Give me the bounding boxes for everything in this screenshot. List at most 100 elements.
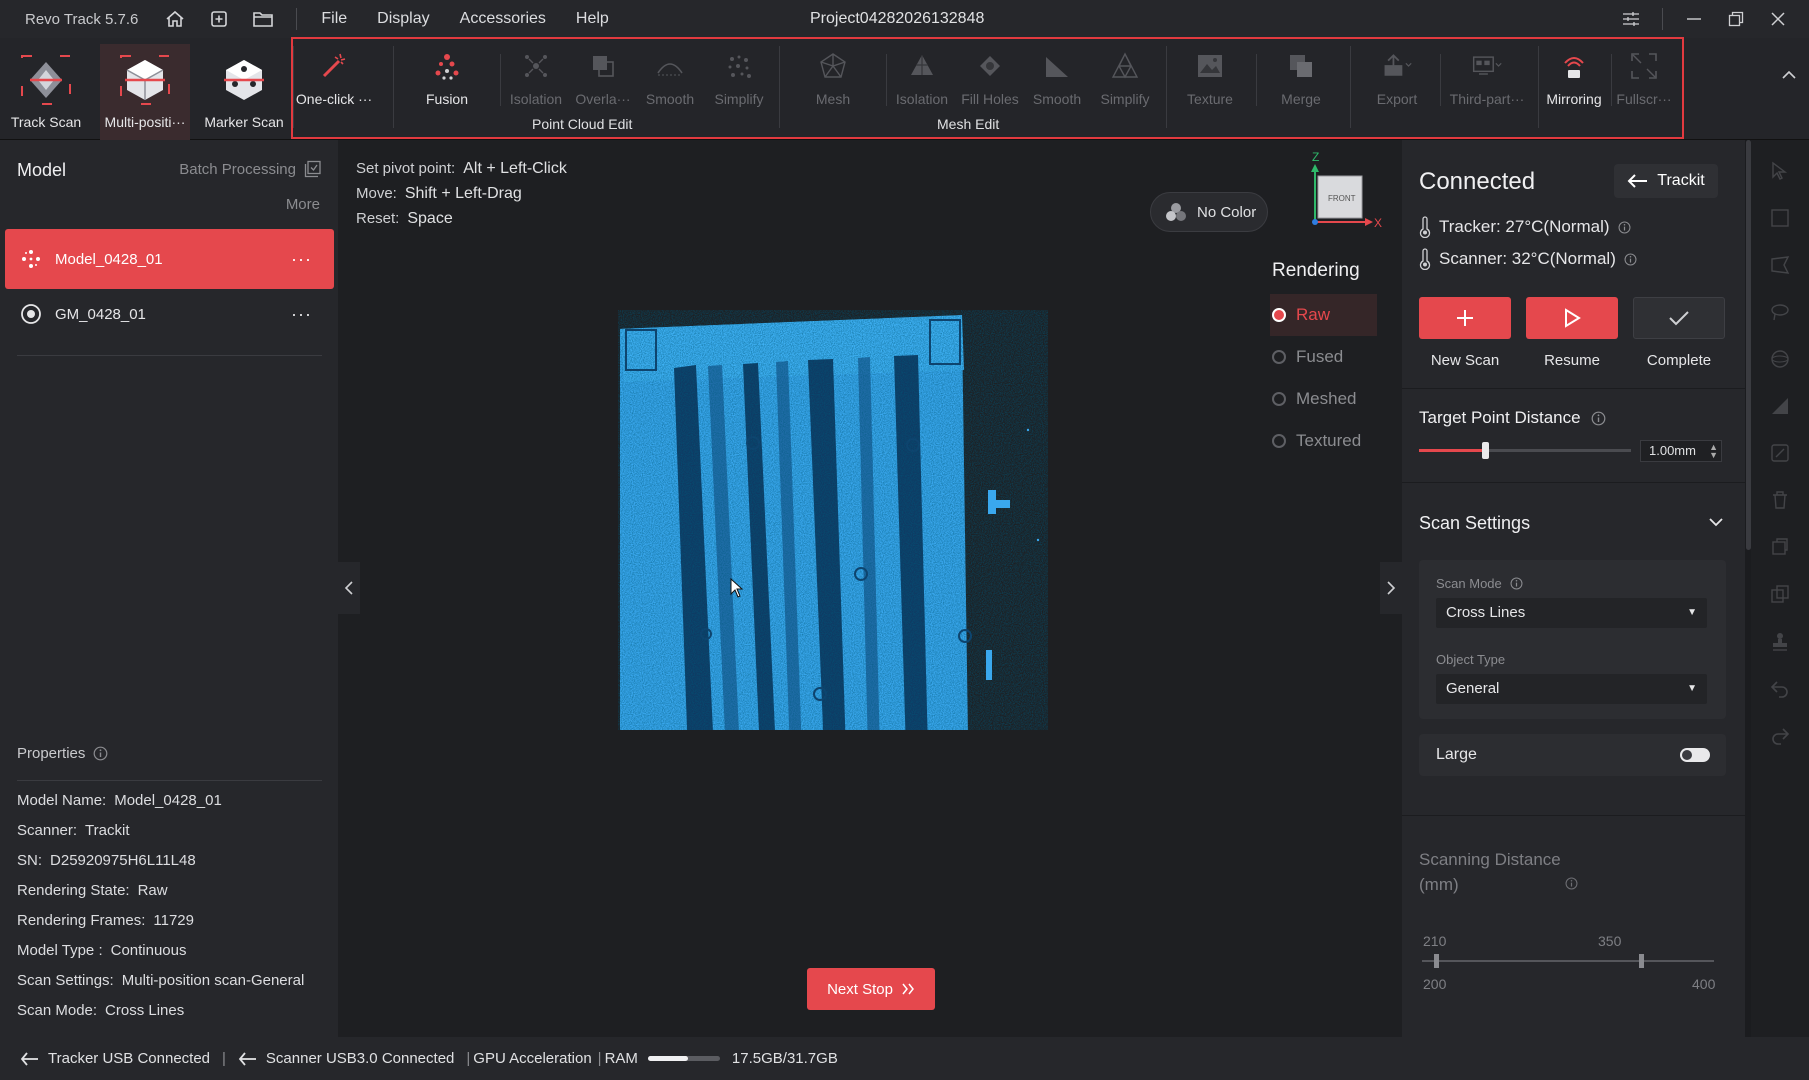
third-party-label: Third-part··· <box>1449 91 1525 107</box>
scanning-distance-slider[interactable] <box>1422 954 1714 968</box>
minimize-icon[interactable] <box>1683 6 1705 32</box>
model-more-icon[interactable]: ··· <box>291 249 312 270</box>
copy-icon[interactable] <box>1769 583 1791 605</box>
mesh-label: Mesh <box>815 91 851 107</box>
rendering-fused-radio[interactable]: Fused <box>1270 336 1377 378</box>
next-stop-button[interactable]: Next Stop <box>807 968 935 1010</box>
model-more-icon[interactable]: ··· <box>291 304 312 325</box>
mode-track-scan[interactable]: Track Scan <box>1 44 91 140</box>
rendering-raw-radio[interactable]: Raw <box>1270 294 1377 336</box>
mirroring-button[interactable]: Mirroring <box>1542 50 1606 107</box>
scan-mode-select[interactable]: Cross Lines ▼ <box>1436 598 1707 628</box>
object-type-select[interactable]: General ▼ <box>1436 674 1707 704</box>
mesh-button[interactable]: Mesh <box>801 50 865 107</box>
rectangle-select-icon[interactable] <box>1769 207 1791 229</box>
mode-multi-position[interactable]: Multi-positi··· <box>100 44 190 140</box>
menu-accessories[interactable]: Accessories <box>460 10 546 28</box>
rendering-textured-radio[interactable]: Textured <box>1270 420 1377 462</box>
collapse-right-panel-button[interactable] <box>1380 562 1402 614</box>
plus-icon <box>1457 310 1473 326</box>
undo-icon[interactable] <box>1769 677 1791 699</box>
new-project-icon[interactable] <box>208 8 230 30</box>
select-pointer-icon[interactable] <box>1769 160 1791 182</box>
fullscreen-button[interactable]: Fullscr··· <box>1612 50 1676 107</box>
title-bar: Revo Track 5.7.6 File Display Accessorie… <box>0 0 1809 38</box>
ribbon-divider <box>500 54 501 106</box>
collapse-left-panel-button[interactable] <box>338 562 360 614</box>
scanned-point-cloud[interactable] <box>618 310 1048 730</box>
export-button[interactable]: Export <box>1365 50 1429 107</box>
sphere-select-icon[interactable] <box>1769 348 1791 370</box>
gizmo-face-label: FRONT <box>1328 194 1356 203</box>
overlap-button[interactable]: Overla··· <box>571 50 635 107</box>
crop-icon[interactable] <box>1769 536 1791 558</box>
complete-button[interactable] <box>1633 297 1725 339</box>
delete-icon[interactable] <box>1769 489 1791 511</box>
properties-title: Properties <box>17 745 86 762</box>
mode-marker-scan[interactable]: Marker Scan <box>199 44 289 140</box>
pc-isolation-button[interactable]: Isolation <box>504 50 568 107</box>
fill-holes-button[interactable]: Fill Holes <box>958 50 1022 107</box>
mesh-isolation-button[interactable]: Isolation <box>890 50 954 107</box>
one-click-button[interactable]: One-click ··· <box>296 50 372 107</box>
restore-icon[interactable] <box>1725 6 1747 32</box>
mesh-icon <box>817 50 849 82</box>
texture-button[interactable]: Texture <box>1178 50 1242 107</box>
large-toggle[interactable] <box>1680 748 1710 762</box>
third-party-button[interactable]: Third-part··· <box>1450 50 1524 107</box>
batch-processing-button[interactable]: Batch Processing <box>179 160 322 178</box>
color-mode-button[interactable]: No Color <box>1150 192 1268 232</box>
sd-max-value: 400 <box>1692 976 1716 992</box>
resume-button[interactable] <box>1526 297 1618 339</box>
target-point-distance-input[interactable]: 1.00mm ▲ ▼ <box>1640 440 1722 462</box>
pc-simplify-button[interactable]: Simplify <box>707 50 771 107</box>
rendering-meshed-radio[interactable]: Meshed <box>1270 378 1377 420</box>
menu-help[interactable]: Help <box>576 10 609 28</box>
open-folder-icon[interactable] <box>252 8 274 30</box>
orientation-gizmo[interactable]: FRONT Z X <box>1303 152 1383 238</box>
fusion-button[interactable]: Fusion <box>415 50 479 107</box>
dropdown-caret-icon: ▼ <box>1687 683 1697 694</box>
info-icon[interactable] <box>1510 577 1523 590</box>
scan-settings-heading[interactable]: Scan Settings <box>1419 513 1530 534</box>
home-icon[interactable] <box>164 8 186 30</box>
chevron-down-icon[interactable] <box>1708 515 1724 533</box>
redo-icon[interactable] <box>1769 724 1791 746</box>
collapse-ribbon-icon[interactable] <box>1781 68 1797 86</box>
spinner-arrows-icon[interactable]: ▲ ▼ <box>1709 443 1718 460</box>
mesh-simplify-button[interactable]: Simplify <box>1093 50 1157 107</box>
info-icon[interactable] <box>1618 221 1631 234</box>
slider-handle[interactable] <box>1434 954 1439 968</box>
stamp-icon[interactable] <box>1769 630 1791 652</box>
double-chevron-right-icon <box>902 983 914 995</box>
checkmark-icon <box>1669 311 1689 326</box>
pc-smooth-button[interactable]: Smooth <box>638 50 702 107</box>
merge-button[interactable]: Merge <box>1269 50 1333 107</box>
info-icon[interactable] <box>1591 411 1606 426</box>
menu-file[interactable]: File <box>321 10 347 28</box>
slider-handle[interactable] <box>1481 442 1489 459</box>
more-link[interactable]: More <box>286 196 320 213</box>
ram-usage-fill <box>647 1056 688 1061</box>
close-icon[interactable] <box>1767 6 1789 32</box>
polygon-select-icon[interactable] <box>1769 254 1791 276</box>
mesh-smooth-button[interactable]: Smooth <box>1025 50 1089 107</box>
mirroring-label: Mirroring <box>1546 91 1602 107</box>
info-icon[interactable] <box>1565 877 1578 890</box>
menu-display[interactable]: Display <box>377 10 429 28</box>
3d-viewport[interactable]: Set pivot point: Alt + Left-Click Move: Sh… <box>338 140 1402 1037</box>
model-list-item[interactable]: Model_0428_01 ··· <box>5 229 334 289</box>
settings-sliders-icon[interactable] <box>1620 6 1642 32</box>
point-cloud-icon <box>19 247 43 271</box>
lasso-select-icon[interactable] <box>1769 301 1791 323</box>
slider-handle[interactable] <box>1639 954 1644 968</box>
device-switch-button[interactable]: Trackit <box>1614 164 1718 198</box>
info-icon[interactable] <box>1624 253 1637 266</box>
target-point-distance-slider[interactable] <box>1419 442 1631 459</box>
model-list-item[interactable]: GM_0428_01 ··· <box>5 284 334 344</box>
plane-select-icon[interactable] <box>1769 395 1791 417</box>
invert-select-icon[interactable] <box>1769 442 1791 464</box>
panel-divider <box>1402 482 1745 483</box>
new-scan-button[interactable] <box>1419 297 1511 339</box>
info-icon[interactable] <box>93 746 108 761</box>
